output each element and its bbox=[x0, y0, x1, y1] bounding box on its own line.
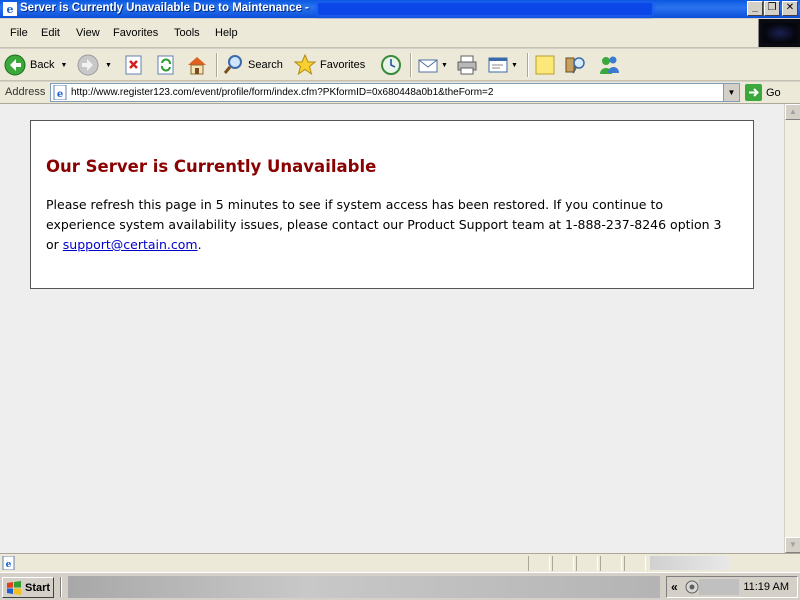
star-icon bbox=[294, 54, 316, 76]
taskbar: Start « 11:19 AM bbox=[0, 572, 800, 600]
maximize-button[interactable]: ❐ bbox=[764, 1, 780, 16]
status-pane bbox=[576, 556, 598, 571]
status-pane bbox=[624, 556, 646, 571]
home-icon bbox=[188, 57, 206, 75]
standard-toolbar: Back ▼ ▼ Search Favorites ▼ ▼ bbox=[0, 49, 800, 81]
back-label: Back bbox=[30, 59, 55, 71]
go-button[interactable]: Go bbox=[745, 83, 781, 102]
volume-icon[interactable] bbox=[685, 580, 699, 594]
minimize-button[interactable]: _ bbox=[747, 1, 763, 16]
search-button[interactable]: Search bbox=[222, 52, 283, 78]
redacted-taskbar-buttons bbox=[68, 576, 660, 598]
address-dropdown-icon[interactable]: ▼ bbox=[723, 84, 739, 101]
page-icon: e bbox=[53, 85, 67, 100]
menu-view[interactable]: View bbox=[76, 27, 100, 39]
maintenance-message-box: Our Server is Currently Unavailable Plea… bbox=[30, 120, 754, 289]
svg-text:e: e bbox=[57, 89, 63, 100]
tray-expand-icon[interactable]: « bbox=[671, 580, 678, 594]
discuss-button[interactable] bbox=[534, 52, 556, 78]
menu-tools[interactable]: Tools bbox=[174, 27, 200, 39]
support-email-link[interactable]: support@certain.com bbox=[63, 237, 198, 252]
windows-flag-icon bbox=[7, 580, 21, 595]
scroll-up-icon[interactable]: ▲ bbox=[785, 104, 800, 120]
research-icon bbox=[565, 57, 585, 74]
home-button[interactable] bbox=[186, 52, 208, 78]
go-label: Go bbox=[766, 86, 781, 99]
address-field[interactable]: e http://www.register123.com/event/profi… bbox=[50, 83, 740, 102]
edit-dropdown-icon[interactable]: ▼ bbox=[511, 62, 518, 69]
sticky-note-icon bbox=[535, 55, 555, 75]
stop-icon bbox=[125, 55, 142, 75]
status-page-icon: e bbox=[2, 556, 15, 570]
scroll-down-icon[interactable]: ▼ bbox=[785, 537, 800, 553]
refresh-icon bbox=[157, 55, 174, 75]
vertical-scrollbar[interactable]: ▲ ▼ bbox=[784, 104, 800, 553]
redacted-tray-icons bbox=[699, 579, 739, 595]
forward-dropdown-icon[interactable]: ▼ bbox=[105, 62, 112, 69]
history-clock-icon bbox=[381, 55, 401, 75]
forward-button[interactable]: ▼ bbox=[77, 52, 112, 78]
menu-help[interactable]: Help bbox=[215, 27, 238, 39]
print-button[interactable] bbox=[456, 52, 478, 78]
windows-logo-throbber bbox=[758, 19, 800, 47]
toolbar-separator bbox=[410, 53, 412, 77]
redacted-title-region bbox=[318, 3, 652, 15]
window-title-bar[interactable]: e Server is Currently Unavailable Due to… bbox=[0, 0, 800, 18]
mail-button[interactable]: ▼ bbox=[417, 52, 448, 78]
ie-icon: e bbox=[3, 2, 17, 16]
menu-edit[interactable]: Edit bbox=[41, 27, 60, 39]
go-arrow-icon bbox=[745, 84, 762, 101]
edit-document-icon bbox=[488, 57, 508, 73]
system-tray: « 11:19 AM bbox=[666, 576, 798, 598]
edit-button[interactable]: ▼ bbox=[487, 52, 518, 78]
redacted-status-zone bbox=[650, 556, 730, 570]
address-label: Address bbox=[5, 86, 46, 98]
messenger-button[interactable] bbox=[598, 52, 620, 78]
status-pane bbox=[528, 556, 550, 571]
back-dropdown-icon[interactable]: ▼ bbox=[60, 62, 67, 69]
window-title: Server is Currently Unavailable Due to M… bbox=[20, 2, 309, 14]
close-button[interactable]: ✕ bbox=[782, 1, 798, 16]
history-button[interactable] bbox=[380, 52, 402, 78]
messenger-people-icon bbox=[600, 56, 619, 74]
status-pane bbox=[600, 556, 622, 571]
back-arrow-icon bbox=[4, 54, 26, 76]
favorites-label: Favorites bbox=[320, 59, 366, 71]
back-button[interactable]: Back ▼ bbox=[4, 52, 67, 78]
forward-arrow-icon bbox=[77, 54, 99, 76]
favorites-button[interactable]: Favorites bbox=[294, 52, 365, 78]
toolbar-separator bbox=[527, 53, 529, 77]
svg-text:e: e bbox=[6, 560, 12, 570]
svg-text:e: e bbox=[7, 3, 14, 16]
status-bar: e bbox=[0, 553, 800, 572]
address-bar: Address e http://www.register123.com/eve… bbox=[0, 82, 800, 104]
search-icon bbox=[223, 55, 242, 74]
maintenance-message: Please refresh this page in 5 minutes to… bbox=[46, 195, 736, 255]
mail-dropdown-icon[interactable]: ▼ bbox=[441, 62, 448, 69]
search-label: Search bbox=[248, 59, 283, 71]
menu-favorites[interactable]: Favorites bbox=[113, 27, 158, 39]
menu-bar: File Edit View Favorites Tools Help bbox=[0, 19, 800, 48]
status-pane bbox=[552, 556, 574, 571]
start-label: Start bbox=[25, 581, 51, 594]
toolbar-separator bbox=[216, 53, 218, 77]
address-url[interactable]: http://www.register123.com/event/profile… bbox=[71, 87, 493, 98]
research-button[interactable] bbox=[564, 52, 586, 78]
taskbar-clock[interactable]: 11:19 AM bbox=[743, 581, 789, 593]
printer-icon bbox=[457, 55, 477, 75]
mail-envelope-icon bbox=[418, 59, 438, 73]
page-heading: Our Server is Currently Unavailable bbox=[46, 157, 377, 176]
stop-button[interactable] bbox=[123, 52, 145, 78]
message-end: . bbox=[197, 237, 202, 252]
refresh-button[interactable] bbox=[155, 52, 177, 78]
start-button[interactable]: Start bbox=[2, 577, 54, 598]
menu-file[interactable]: File bbox=[10, 27, 28, 39]
page-viewport: Our Server is Currently Unavailable Plea… bbox=[0, 104, 784, 553]
taskbar-separator bbox=[60, 577, 62, 597]
